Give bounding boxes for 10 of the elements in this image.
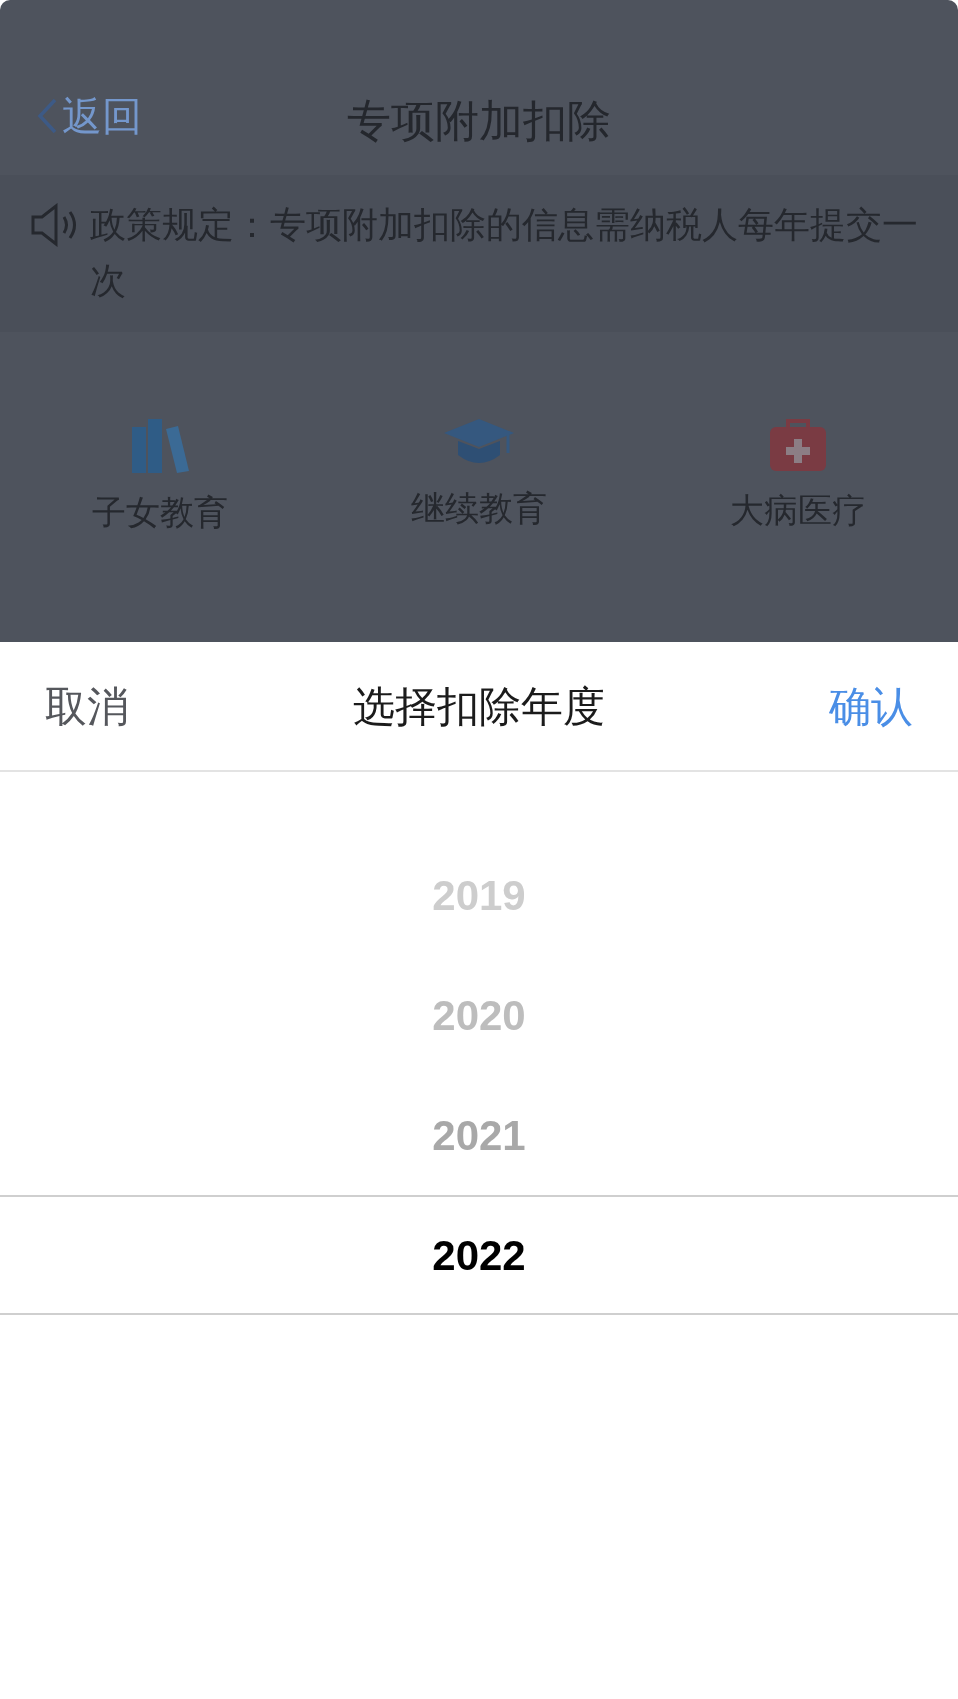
- cancel-button[interactable]: 取消: [45, 674, 129, 738]
- chevron-left-icon: [36, 96, 58, 135]
- back-button[interactable]: 返回: [0, 85, 142, 146]
- books-icon: [129, 417, 190, 473]
- year-option[interactable]: 2021: [432, 1103, 526, 1167]
- sheet-title: 选择扣除年度: [353, 680, 605, 733]
- confirm-button[interactable]: 确认: [829, 674, 913, 738]
- medical-kit-icon: [768, 417, 829, 471]
- year-option[interactable]: 2022: [432, 1223, 526, 1287]
- year-option[interactable]: 2020: [432, 983, 526, 1047]
